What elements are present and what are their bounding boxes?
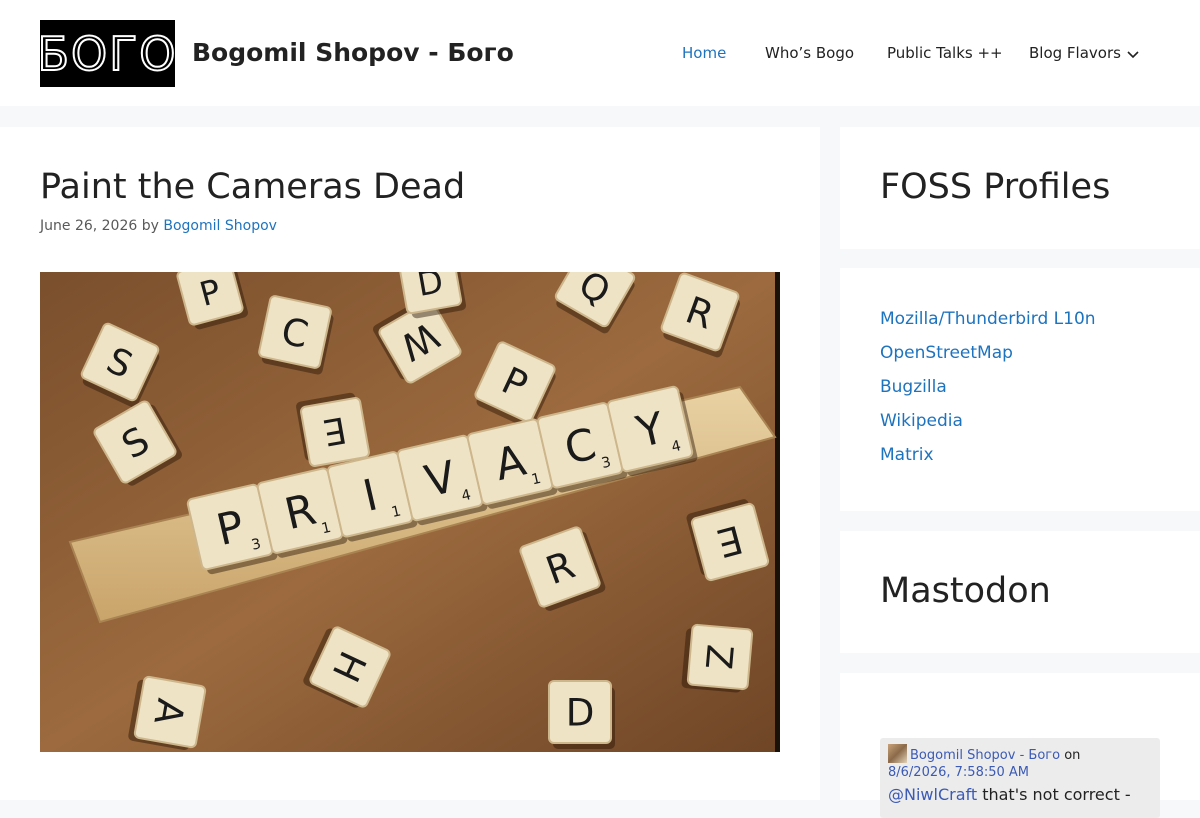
mastodon-widget-header: Mastodon xyxy=(840,531,1200,653)
toot-date-link[interactable]: 8/6/2026, 7:58:50 AM xyxy=(888,765,1152,780)
post-title: Paint the Cameras Dead xyxy=(40,167,466,207)
main-navigation: Home Who’s Bogo Public Talks ++ Blog Fla… xyxy=(0,44,1200,68)
mastodon-title: Mastodon xyxy=(880,571,1051,611)
foss-profiles-widget-header: FOSS Profiles xyxy=(840,127,1200,249)
foss-profiles-widget: Mozilla/Thunderbird L10n OpenStreetMap B… xyxy=(840,268,1200,511)
foss-profile-links: Mozilla/Thunderbird L10n OpenStreetMap B… xyxy=(880,309,1096,479)
link-mozilla-thunderbird[interactable]: Mozilla/Thunderbird L10n xyxy=(880,309,1096,329)
list-item: Matrix xyxy=(880,445,1096,479)
mastodon-feed-widget: Bogomil Shopov - Бого on 8/6/2026, 7:58:… xyxy=(840,673,1200,818)
mastodon-post[interactable]: Bogomil Shopov - Бого on 8/6/2026, 7:58:… xyxy=(880,738,1160,818)
toot-author-link[interactable]: Bogomil Shopov - Бого xyxy=(910,748,1060,763)
chevron-down-icon[interactable] xyxy=(1126,46,1140,59)
post-article: Paint the Cameras Dead June 26, 2026 by … xyxy=(0,127,820,800)
scrabble-tile: A xyxy=(128,675,207,751)
link-openstreetmap[interactable]: OpenStreetMap xyxy=(880,343,1013,363)
post-by-label: by xyxy=(141,218,159,234)
post-meta: June 26, 2026 by Bogomil Shopov xyxy=(40,218,277,234)
toot-on-label: on xyxy=(1064,748,1081,763)
avatar[interactable] xyxy=(888,744,907,763)
toot-text: that's not correct - xyxy=(977,785,1131,804)
nav-item-blog-flavors[interactable]: Blog Flavors xyxy=(1029,44,1121,62)
svg-text:D: D xyxy=(566,691,595,735)
toot-header: Bogomil Shopov - Бого on xyxy=(888,744,1152,763)
list-item: OpenStreetMap xyxy=(880,343,1096,377)
foss-profiles-title: FOSS Profiles xyxy=(880,167,1111,207)
list-item: Wikipedia xyxy=(880,411,1096,445)
post-date: June 26, 2026 xyxy=(40,218,138,234)
nav-item-whos-bogo[interactable]: Who’s Bogo xyxy=(765,44,854,62)
toot-content: @NiwlCraft that's not correct - xyxy=(888,785,1152,804)
svg-text:Z: Z xyxy=(697,643,740,671)
link-matrix[interactable]: Matrix xyxy=(880,445,934,465)
site-header: БОГО Bogomil Shopov - Бого Home Who’s Bo… xyxy=(0,0,1200,106)
list-item: Mozilla/Thunderbird L10n xyxy=(880,309,1096,343)
link-wikipedia[interactable]: Wikipedia xyxy=(880,411,963,431)
nav-item-home[interactable]: Home xyxy=(682,44,726,62)
featured-image-privacy-scrabble: SPCWDQRPSEREHZAD P3R1I1V4A1C3Y4 xyxy=(40,272,780,752)
scrabble-tile: C xyxy=(258,295,334,375)
post-author-link[interactable]: Bogomil Shopov xyxy=(163,218,277,234)
list-item: Bugzilla xyxy=(880,377,1096,411)
scrabble-tile: E xyxy=(296,392,370,467)
scrabble-tile: Z xyxy=(681,623,754,693)
scrabble-tile: D xyxy=(548,680,615,749)
toot-mention-link[interactable]: @NiwlCraft xyxy=(888,785,977,804)
link-bugzilla[interactable]: Bugzilla xyxy=(880,377,947,397)
nav-item-public-talks[interactable]: Public Talks ++ xyxy=(887,44,1003,62)
